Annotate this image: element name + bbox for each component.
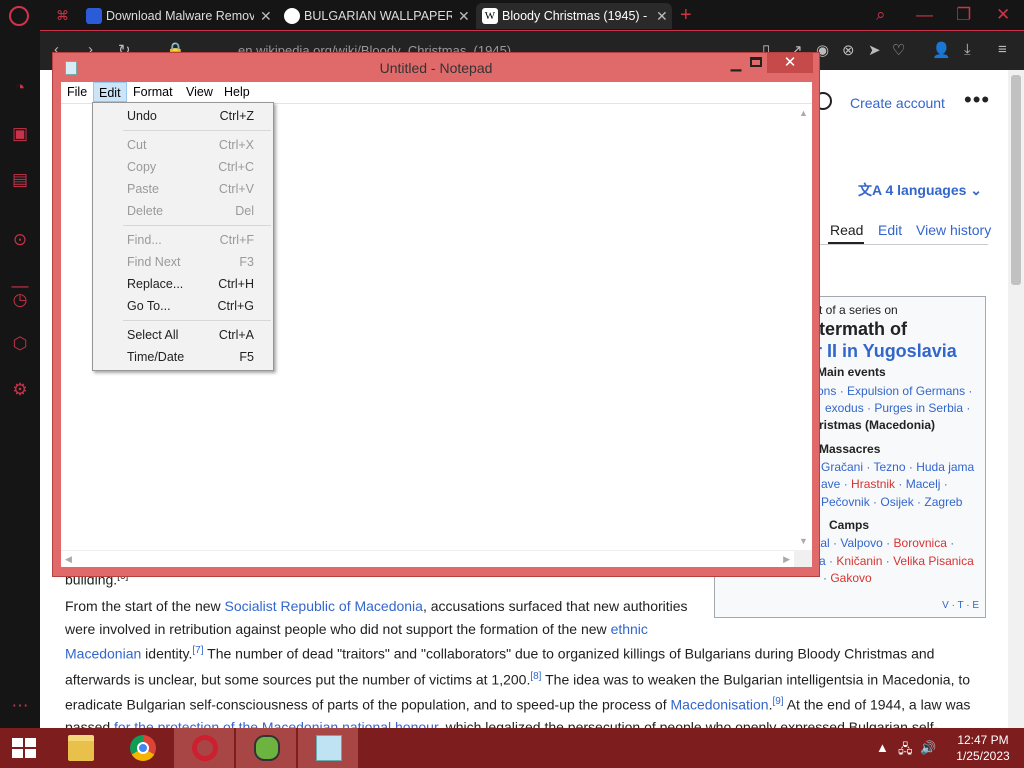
windows-start-icon[interactable] (12, 738, 38, 758)
close-button[interactable]: ✕ (767, 53, 813, 73)
menu-bar: File Edit Format View Help (61, 82, 812, 104)
scroll-down-icon[interactable]: ▼ (795, 536, 812, 546)
article-paragraph: From the start of the new Socialist Repu… (65, 598, 971, 735)
menu-item-undo[interactable]: Undo Ctrl+Z (93, 105, 273, 127)
menu-item-select-all[interactable]: Select All Ctrl+A (93, 324, 273, 346)
taskbar-file-explorer[interactable] (50, 728, 110, 768)
twitch-icon[interactable]: ▤ (10, 170, 30, 190)
send-icon[interactable]: ➤ (868, 41, 881, 59)
tab-edit[interactable]: Edit (878, 222, 902, 238)
taskbar-notepad[interactable] (298, 728, 358, 768)
read-tab-indicator (828, 242, 864, 244)
history-icon[interactable]: ◷ (10, 290, 30, 310)
tab-bloody-christmas[interactable]: W Bloody Christmas (1945) - W ✕ (476, 3, 672, 29)
browser-sidebar: ◔ ▣ ▤ ⊙ — ◷ ⬡ ⚙ ⋯ (0, 30, 40, 728)
edit-dropdown-menu: Undo Ctrl+Z Cut Ctrl+X Copy Ctrl+C Paste Ctr… (92, 102, 274, 371)
taskbar-opera[interactable] (174, 728, 234, 768)
malwarebytes-icon (86, 8, 102, 24)
menu-item-find[interactable]: Find... Ctrl+F (93, 229, 273, 251)
create-account-link[interactable]: Create account (850, 95, 945, 111)
translate-icon: 文A (858, 182, 886, 198)
menu-item-find-next[interactable]: Find Next F3 (93, 251, 273, 273)
more-icon[interactable]: ⋯ (10, 696, 30, 716)
tab-malware[interactable]: Download Malware Remov ✕ (80, 3, 272, 29)
menu-item-copy[interactable]: Copy Ctrl+C (93, 156, 273, 178)
minimize-button[interactable]: ▁ (723, 55, 749, 72)
opera-icon (192, 735, 218, 761)
tray-chevron-up-icon[interactable]: ▲ (876, 740, 889, 755)
chevron-down-icon: ⌄ (970, 182, 983, 198)
opera-logo-icon[interactable] (9, 6, 29, 26)
google-icon (284, 8, 300, 24)
new-tab-icon[interactable]: + (680, 4, 692, 27)
menu-item-paste[interactable]: Paste Ctrl+V (93, 178, 273, 200)
page-scrollbar[interactable] (1008, 70, 1024, 728)
scroll-left-icon[interactable]: ◀ (65, 554, 72, 565)
cube-icon[interactable]: ⬡ (10, 334, 30, 354)
download-icon[interactable]: ⤓ (964, 41, 971, 58)
taskbar-chrome[interactable] (112, 728, 172, 768)
menu-separator (123, 130, 271, 131)
menu-item-delete[interactable]: Delete Del (93, 200, 273, 222)
folder-icon (68, 735, 94, 761)
heart-icon[interactable]: ♡ (892, 41, 905, 59)
menu-item-cut[interactable]: Cut Ctrl+X (93, 134, 273, 156)
taskbar-app[interactable] (236, 728, 296, 768)
account-icon[interactable]: 👤 (932, 41, 951, 59)
adblock-icon[interactable]: ⊗ (842, 41, 855, 59)
notepad-titlebar[interactable]: Untitled - Notepad ▁ ✕ (53, 53, 819, 82)
close-tab-icon[interactable]: ✕ (260, 8, 272, 25)
window-title: Untitled - Notepad (379, 60, 493, 76)
menu-format[interactable]: Format (133, 85, 173, 99)
menu-separator (123, 320, 271, 321)
vertical-scrollbar[interactable]: ▲ ▼ (795, 104, 812, 550)
scrollbar-thumb[interactable] (1011, 75, 1021, 285)
browser-tab-bar: ⌘ Download Malware Remov ✕ BULGARIAN WAL… (0, 0, 1024, 30)
menu-file[interactable]: File (67, 85, 87, 99)
scroll-right-icon[interactable]: ▶ (783, 554, 790, 565)
chrome-icon (130, 735, 156, 761)
menu-item-replace[interactable]: Replace... Ctrl+H (93, 273, 273, 295)
menu-help[interactable]: Help (224, 85, 250, 99)
player-icon[interactable]: ⊙ (10, 230, 30, 250)
briefcase-icon[interactable]: ▣ (10, 124, 30, 144)
tab-read[interactable]: Read (830, 222, 863, 238)
scroll-up-icon[interactable]: ▲ (795, 108, 812, 118)
menu-edit[interactable]: Edit (93, 82, 127, 102)
menu-view[interactable]: View (186, 85, 213, 99)
volume-icon[interactable]: 🔊 (920, 740, 936, 756)
tab-gamepad[interactable]: ⌘ (50, 3, 69, 29)
close-window-icon[interactable]: ✕ (996, 5, 1010, 25)
menu-separator (123, 225, 271, 226)
tabs-divider (820, 244, 988, 245)
horizontal-scrollbar[interactable]: ◀ ▶ (61, 550, 794, 567)
network-icon[interactable]: 🖧 (898, 740, 913, 762)
close-tab-icon[interactable]: ✕ (656, 8, 668, 25)
tab-view-history[interactable]: View history (916, 222, 991, 238)
menu-icon[interactable]: ≡ (998, 41, 1007, 58)
search-tabs-icon[interactable]: ⌕ (876, 5, 886, 25)
close-tab-icon[interactable]: ✕ (458, 8, 470, 25)
menu-item-go-to[interactable]: Go To... Ctrl+G (93, 295, 273, 317)
speed-dial-icon[interactable]: ◔ (10, 78, 30, 98)
menu-item-time-date[interactable]: Time/Date F5 (93, 346, 273, 368)
taskbar: ▲ 🖧 🔊 12:47 PM 1/25/2023 (0, 728, 1024, 768)
minimize-icon[interactable]: — (916, 5, 933, 25)
maximize-button[interactable] (750, 57, 762, 67)
wikipedia-icon: W (482, 8, 498, 24)
system-clock[interactable]: 12:47 PM 1/25/2023 (952, 732, 1014, 764)
restore-icon[interactable]: ❐ (956, 5, 971, 25)
gamepad-icon: ⌘ (56, 8, 69, 23)
more-options-icon[interactable]: ••• (964, 87, 990, 113)
frog-icon (254, 735, 280, 761)
size-grip[interactable] (794, 550, 812, 567)
tab-wallpapers[interactable]: BULGARIAN WALLPAPERS - ✕ (278, 3, 470, 29)
languages-button[interactable]: 文A 4 languages ⌄ (858, 180, 982, 200)
settings-icon[interactable]: ⚙ (10, 380, 30, 400)
notepad-icon (316, 735, 342, 761)
